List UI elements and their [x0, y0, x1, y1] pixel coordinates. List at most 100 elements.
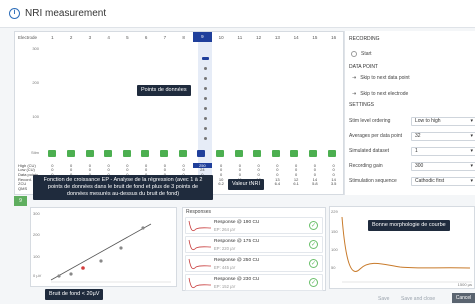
y-tick: 100	[32, 114, 39, 119]
responses-panel: Responses Response @ 190 CU EP: 264 µV ✓ Re…	[182, 207, 326, 291]
electrode-column-4[interactable]: 4	[99, 35, 118, 40]
electrode-column-11[interactable]: 11	[231, 35, 250, 40]
electrode-column-5[interactable]: 5	[118, 35, 137, 40]
stim-cell	[304, 150, 323, 158]
start-button[interactable]: Start	[351, 51, 372, 57]
cancel-button[interactable]: Cancel	[452, 293, 475, 303]
stim-cell	[285, 150, 304, 158]
setting-value: 300	[415, 163, 424, 169]
setting-dropdown[interactable]: Low to high ▾	[411, 116, 475, 126]
stim-status-icon[interactable]	[309, 150, 318, 157]
stim-status-row	[43, 150, 341, 158]
stim-status-icon[interactable]	[178, 150, 187, 157]
electrode-column-8[interactable]: 8	[174, 35, 193, 40]
stim-status-icon[interactable]	[104, 150, 113, 157]
info-icon: i	[9, 8, 20, 19]
electrode-column-12[interactable]: 12	[249, 35, 268, 40]
electrode-column-1[interactable]: 1	[43, 35, 62, 40]
response-item[interactable]: Response @ 250 CU EP: 445 µV ✓	[185, 255, 323, 272]
electrode-column-16[interactable]: 16	[324, 35, 343, 40]
check-icon[interactable]: ✓	[309, 240, 318, 249]
stim-status-icon[interactable]	[122, 150, 131, 157]
electrode-label: Electrode	[18, 34, 38, 40]
response-item[interactable]: Response @ 175 CU EP: 220 µV ✓	[185, 236, 323, 253]
data-point	[204, 107, 207, 110]
stim-status-icon[interactable]	[160, 150, 169, 157]
save-and-close-button[interactable]: Save and close	[401, 296, 435, 302]
setting-dropdown[interactable]: Cathodic first ▾	[411, 176, 475, 186]
electrode-header: Electrode 1 2 3 4 5 6 7 8 9 10 11 12 13 14 15 16	[15, 32, 343, 42]
setting-dropdown[interactable]: 300 ▾	[411, 161, 475, 171]
settings-section-title: SETTINGS	[349, 102, 375, 108]
stim-status-icon[interactable]	[271, 150, 280, 157]
electrode-column-7[interactable]: 7	[156, 35, 175, 40]
waveform-y-tick: 150	[331, 229, 338, 234]
save-button[interactable]: Save	[378, 296, 389, 302]
stim-cell	[192, 150, 211, 158]
stim-status-icon[interactable]	[234, 150, 243, 157]
electrode-column-10[interactable]: 10	[212, 35, 231, 40]
data-point	[204, 97, 207, 100]
electrode-column-2[interactable]: 2	[62, 35, 81, 40]
check-icon[interactable]: ✓	[309, 259, 318, 268]
electrode-column-6[interactable]: 6	[137, 35, 156, 40]
response-item[interactable]: Response @ 230 CU EP: 152 µV ✓	[185, 274, 323, 291]
y-tick: 200	[32, 80, 39, 85]
stim-status-icon[interactable]	[197, 150, 206, 157]
electrode-column-13[interactable]: 13	[268, 35, 287, 40]
check-icon[interactable]: ✓	[309, 221, 318, 230]
skip-electrode-button[interactable]: ⇥ Skip to next electrode	[349, 89, 422, 99]
stim-status-icon[interactable]	[215, 150, 224, 157]
check-icon[interactable]: ✓	[309, 278, 318, 287]
growth-point	[69, 272, 73, 276]
electrode-column-9[interactable]: 9	[193, 32, 212, 42]
callout-morphology: Bonne morphologie de courbe	[368, 220, 450, 231]
response-title: Response @ 250 CU	[214, 258, 260, 263]
growth-y-tick: 100	[33, 254, 40, 259]
stim-cell	[99, 150, 118, 158]
electrode-column-3[interactable]: 3	[81, 35, 100, 40]
stim-status-icon[interactable]	[48, 150, 57, 157]
setting-dropdown[interactable]: 1 ▾	[411, 146, 475, 156]
stim-cell	[155, 150, 174, 158]
skip-data-point-button[interactable]: ⇥ Skip to next data point	[349, 73, 422, 83]
response-item[interactable]: Response @ 190 CU EP: 264 µV ✓	[185, 217, 323, 234]
response-title: Response @ 190 CU	[214, 220, 260, 225]
stim-cell	[211, 150, 230, 158]
table-cell: 6.4	[274, 181, 281, 187]
response-thumbnail	[188, 239, 212, 251]
callout-data-points: Points de données	[137, 85, 191, 96]
skip-point-label: Skip to next data point	[360, 75, 410, 81]
tnri-marker	[202, 57, 209, 60]
stim-status-icon[interactable]	[253, 150, 262, 157]
stim-cell	[43, 150, 62, 158]
stim-status-icon[interactable]	[85, 150, 94, 157]
setting-label: Averages per data point	[349, 133, 403, 139]
response-title: Response @ 230 CU	[214, 277, 260, 282]
play-icon	[351, 51, 357, 57]
chevron-down-icon: ▾	[470, 148, 473, 154]
electrode-column-14[interactable]: 14	[287, 35, 306, 40]
setting-row: Stimulation sequence Cathodic first ▾	[349, 176, 475, 186]
response-title: Response @ 175 CU	[214, 239, 260, 244]
chevron-down-icon: ▾	[470, 163, 473, 169]
stim-status-icon[interactable]	[66, 150, 75, 157]
stim-status-icon[interactable]	[327, 150, 336, 157]
setting-dropdown[interactable]: 32 ▾	[411, 131, 475, 141]
setting-label: Simulated dataset	[349, 148, 390, 154]
setting-row: Stim level ordering Low to high ▾	[349, 116, 475, 126]
stim-cell	[267, 150, 286, 158]
growth-function-plot: 300 200 100 0 µV	[30, 207, 177, 287]
electrode-column-15[interactable]: 15	[306, 35, 325, 40]
setting-value: Cathodic first	[415, 178, 445, 184]
response-thumbnail	[188, 277, 212, 289]
setting-value: 32	[415, 133, 421, 139]
response-ep: EP: 152 µV	[214, 284, 236, 289]
stim-status-icon[interactable]	[290, 150, 299, 157]
stim-status-icon[interactable]	[141, 150, 150, 157]
growth-y-tick: 300	[33, 211, 40, 216]
data-point	[204, 77, 207, 80]
growth-y-tick: 0 µV	[33, 273, 42, 278]
table-cell: 3.5	[330, 181, 337, 187]
setting-value: 1	[415, 148, 418, 154]
